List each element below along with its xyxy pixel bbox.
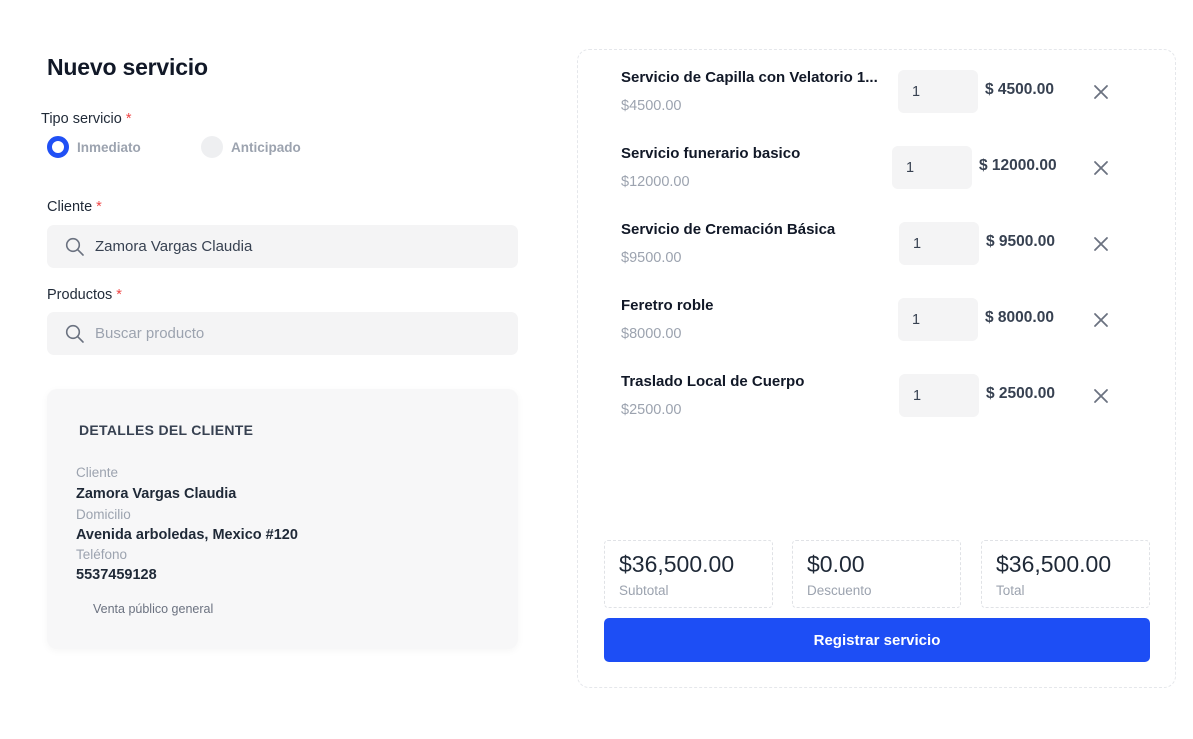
- descuento-value: $0.00: [807, 551, 865, 577]
- cart-item-price: $9500.00: [621, 250, 682, 266]
- cart-item-price: $12000.00: [621, 174, 690, 190]
- total-label: Total: [996, 583, 1025, 598]
- radio-anticipado[interactable]: Anticipado: [201, 136, 301, 158]
- cart-item: Feretro roble $8000.00 $ 8000.00: [594, 286, 1162, 362]
- radio-inmediato-label: Inmediato: [77, 139, 141, 155]
- productos-label: Productos *: [47, 287, 122, 303]
- cart-item-price: $2500.00: [621, 402, 682, 418]
- cart-item-name: Traslado Local de Cuerpo: [621, 373, 805, 390]
- cart-item-total: $ 8000.00: [985, 309, 1054, 326]
- close-icon[interactable]: [1092, 387, 1110, 405]
- detail-cliente-label: Cliente: [76, 465, 119, 480]
- tipo-servicio-label: Tipo servicio *: [41, 111, 132, 127]
- cart-item: Traslado Local de Cuerpo $2500.00 $ 2500…: [594, 362, 1162, 438]
- radio-inmediato[interactable]: Inmediato: [47, 136, 141, 158]
- cart-item-name: Servicio funerario basico: [621, 145, 801, 162]
- cart-list: Servicio de Capilla con Velatorio 1... $…: [594, 58, 1162, 448]
- cart-item-total: $ 4500.00: [985, 81, 1054, 98]
- page-title: Nuevo servicio: [47, 54, 208, 80]
- quantity-input[interactable]: [899, 222, 979, 265]
- cart-item-total: $ 12000.00: [979, 157, 1057, 174]
- quantity-input[interactable]: [892, 146, 972, 189]
- cliente-label: Cliente *: [47, 199, 102, 215]
- cart-item-total: $ 9500.00: [986, 233, 1055, 250]
- detail-telefono-value: 5537459128: [76, 567, 157, 583]
- detail-domicilio-value: Avenida arboledas, Mexico #120: [76, 527, 298, 543]
- cart-item-price: $4500.00: [621, 98, 682, 114]
- client-details-title: DETALLES DEL CLIENTE: [79, 422, 254, 438]
- register-service-button[interactable]: Registrar servicio: [604, 618, 1150, 662]
- detail-note: Venta público general: [93, 602, 214, 616]
- descuento-box: $0.00 Descuento: [792, 540, 961, 608]
- close-icon[interactable]: [1092, 159, 1110, 177]
- cliente-search-input[interactable]: [95, 238, 475, 255]
- required-mark: *: [125, 111, 132, 127]
- close-icon[interactable]: [1092, 235, 1110, 253]
- productos-search-field: [47, 312, 518, 355]
- total-value: $36,500.00: [996, 551, 1112, 577]
- quantity-input[interactable]: [898, 70, 978, 113]
- cart-item-price: $8000.00: [621, 326, 682, 342]
- cart-panel: Servicio de Capilla con Velatorio 1... $…: [577, 49, 1176, 688]
- quantity-input[interactable]: [898, 298, 978, 341]
- subtotal-value: $36,500.00: [619, 551, 735, 577]
- radio-checked-icon: [47, 136, 69, 158]
- close-icon[interactable]: [1092, 311, 1110, 329]
- cart-item-name: Servicio de Cremación Básica: [621, 221, 836, 238]
- detail-domicilio-label: Domicilio: [76, 507, 131, 522]
- radio-anticipado-label: Anticipado: [231, 139, 301, 155]
- cliente-search-field: [47, 225, 518, 268]
- client-details-card: DETALLES DEL CLIENTE Cliente Zamora Varg…: [47, 389, 518, 649]
- cart-item: Servicio de Capilla con Velatorio 1... $…: [594, 58, 1162, 134]
- total-box: $36,500.00 Total: [981, 540, 1150, 608]
- subtotal-box: $36,500.00 Subtotal: [604, 540, 773, 608]
- cart-item: Servicio funerario basico $12000.00 $ 12…: [594, 134, 1162, 210]
- detail-telefono-label: Teléfono: [76, 547, 128, 562]
- search-icon: [65, 324, 84, 343]
- productos-search-input[interactable]: [95, 325, 475, 342]
- radio-unchecked-icon: [201, 136, 223, 158]
- cart-item: Servicio de Cremación Básica $9500.00 $ …: [594, 210, 1162, 286]
- descuento-label: Descuento: [807, 583, 872, 598]
- close-icon[interactable]: [1092, 83, 1110, 101]
- required-mark: *: [96, 199, 102, 215]
- cart-item-total: $ 2500.00: [986, 385, 1055, 402]
- cart-item-name: Servicio de Capilla con Velatorio 1...: [621, 69, 878, 86]
- search-icon: [65, 237, 84, 256]
- cart-item-name: Feretro roble: [621, 297, 714, 314]
- detail-cliente-value: Zamora Vargas Claudia: [76, 486, 237, 502]
- subtotal-label: Subtotal: [619, 583, 669, 598]
- quantity-input[interactable]: [899, 374, 979, 417]
- required-mark: *: [116, 287, 122, 303]
